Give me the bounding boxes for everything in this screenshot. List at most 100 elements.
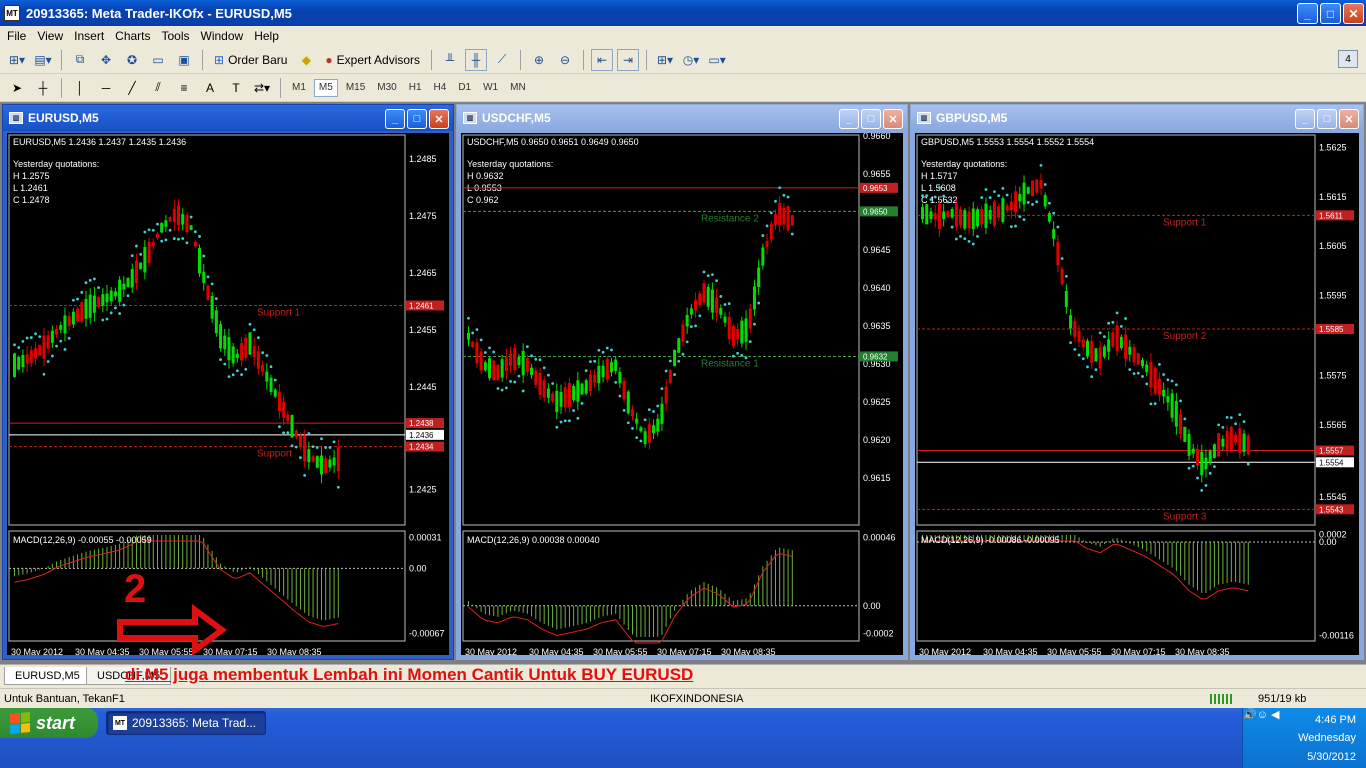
navigator-icon[interactable]: ✥ bbox=[95, 49, 117, 71]
bar-chart-icon[interactable]: ╨ bbox=[439, 49, 461, 71]
maximize-button[interactable]: □ bbox=[1320, 3, 1341, 24]
new-chart-icon[interactable]: ⊞▾ bbox=[6, 49, 28, 71]
zoom-in-icon[interactable]: ⊕ bbox=[528, 49, 550, 71]
horizontal-line-icon[interactable]: ─ bbox=[95, 77, 117, 99]
menu-tools[interactable]: Tools bbox=[159, 29, 198, 43]
chart-canvas[interactable]: GBPUSD,M5 1.5553 1.5554 1.5552 1.5554 Yes… bbox=[915, 133, 1359, 655]
profiles-icon[interactable]: ▤▾ bbox=[32, 49, 54, 71]
annotation-caption: di M5 juga membentuk Lembah ini Momen Ca… bbox=[125, 665, 694, 684]
text-icon[interactable]: A bbox=[199, 77, 221, 99]
candle-body bbox=[757, 267, 761, 288]
menu-insert[interactable]: Insert bbox=[71, 29, 112, 43]
auto-scroll-icon[interactable]: ⇤ bbox=[591, 48, 614, 71]
meta-editor-icon[interactable]: ◆ bbox=[295, 49, 317, 71]
expert-advisors-button[interactable]: ● Expert Advisors bbox=[321, 49, 424, 71]
menu-charts[interactable]: Charts bbox=[112, 29, 158, 43]
taskbar-item-metatrader[interactable]: MT 20913365: Meta Trad... bbox=[106, 711, 266, 735]
menu-window[interactable]: Window bbox=[198, 29, 252, 43]
templates-icon[interactable]: ▭▾ bbox=[706, 49, 728, 71]
sar-dot bbox=[1136, 371, 1140, 375]
minimize-button[interactable]: _ bbox=[1297, 3, 1318, 24]
candlestick-icon[interactable]: ╫ bbox=[465, 48, 488, 71]
tf-m15[interactable]: M15 bbox=[342, 79, 369, 97]
standard-toolbar: ⊞▾ ▤▾ ⧉ ✥ ✪ ▭ ▣ ⊞ Order Baru ◆ ● Expert Ad… bbox=[0, 46, 1366, 74]
candle-body bbox=[1229, 426, 1233, 451]
chart-window-usdchf[interactable]: ▥ USDCHF,M5 _ □ ✕ USDCHF,M5 0.9650 0.965… bbox=[456, 104, 908, 660]
line-chart-icon[interactable]: ⟋ bbox=[491, 49, 513, 71]
price-tick-label: 0.9660 bbox=[863, 133, 891, 141]
periods-icon[interactable]: ◷▾ bbox=[680, 49, 702, 71]
candle-body bbox=[1128, 346, 1132, 355]
start-button[interactable]: start bbox=[0, 708, 98, 738]
chart-minimize-button[interactable]: _ bbox=[1295, 109, 1315, 129]
chart-minimize-button[interactable]: _ bbox=[839, 109, 859, 129]
menu-help[interactable]: Help bbox=[251, 29, 287, 43]
candle-body bbox=[719, 308, 723, 315]
tf-m5[interactable]: M5 bbox=[313, 78, 338, 97]
candle-body bbox=[538, 372, 542, 395]
tab-eurusd[interactable]: EURUSD,M5 bbox=[4, 667, 91, 685]
market-watch-icon[interactable]: ⧉ bbox=[69, 49, 91, 71]
tf-h4[interactable]: H4 bbox=[430, 79, 451, 97]
terminal-icon[interactable]: ▭ bbox=[147, 49, 169, 71]
zoom-out-icon[interactable]: ⊖ bbox=[554, 49, 576, 71]
chart-header: GBPUSD,M5 1.5553 1.5554 1.5552 1.5554 bbox=[921, 137, 1094, 147]
tf-w1[interactable]: W1 bbox=[479, 79, 502, 97]
chart-close-button[interactable]: ✕ bbox=[883, 109, 903, 129]
tf-d1[interactable]: D1 bbox=[454, 79, 475, 97]
folder-icon[interactable]: ✪ bbox=[121, 49, 143, 71]
chart-maximize-button[interactable]: □ bbox=[1317, 109, 1337, 129]
tester-icon[interactable]: ▣ bbox=[173, 49, 195, 71]
price-tick-label: 1.5625 bbox=[1319, 142, 1347, 152]
sar-dot bbox=[601, 350, 605, 354]
chart-close-button[interactable]: ✕ bbox=[1339, 109, 1359, 129]
sar-dot bbox=[1039, 163, 1043, 167]
menu-file[interactable]: File bbox=[4, 29, 34, 43]
vertical-line-icon[interactable]: │ bbox=[69, 77, 91, 99]
tf-mn[interactable]: MN bbox=[506, 79, 530, 97]
annotation-arrow-overlay: 2 bbox=[117, 567, 228, 656]
sar-dot bbox=[542, 366, 546, 370]
fibonacci-icon[interactable]: ≡ bbox=[173, 77, 195, 99]
candle-body bbox=[609, 362, 613, 373]
price-tag: 1.5611 bbox=[1319, 211, 1343, 220]
chart-title-bar[interactable]: ▥ GBPUSD,M5 _ □ ✕ bbox=[911, 105, 1363, 131]
connection-bars-icon bbox=[1210, 694, 1234, 704]
sar-dot bbox=[517, 374, 521, 378]
tf-m30[interactable]: M30 bbox=[373, 79, 400, 97]
candle-body bbox=[1094, 348, 1098, 362]
tray-expand-icon[interactable]: ◀ bbox=[1271, 709, 1279, 721]
sar-dot bbox=[626, 421, 630, 425]
chart-shift-icon[interactable]: ⇥ bbox=[617, 48, 640, 71]
tf-h1[interactable]: H1 bbox=[405, 79, 426, 97]
sar-dot bbox=[685, 340, 689, 344]
chart-title-bar[interactable]: ▥ USDCHF,M5 _ □ ✕ bbox=[457, 105, 907, 131]
chart-window-gbpusd[interactable]: ▥ GBPUSD,M5 _ □ ✕ GBPUSD,M5 1.5553 1.555… bbox=[910, 104, 1364, 660]
menu-view[interactable]: View bbox=[34, 29, 71, 43]
tf-m1[interactable]: M1 bbox=[288, 79, 310, 97]
candle-body bbox=[685, 315, 689, 327]
arrows-icon[interactable]: ⇄▾ bbox=[251, 77, 273, 99]
candle-body bbox=[622, 380, 626, 400]
chart-canvas[interactable]: USDCHF,M5 0.9650 0.9651 0.9649 0.9650 Yes… bbox=[461, 133, 903, 655]
sar-dot bbox=[1103, 335, 1106, 339]
trendline-icon[interactable]: ╱ bbox=[121, 77, 143, 99]
candle-body bbox=[1077, 330, 1081, 342]
new-order-button[interactable]: ⊞ Order Baru bbox=[210, 49, 291, 71]
candle-body bbox=[723, 316, 727, 323]
window-count-badge[interactable]: 4 bbox=[1338, 50, 1358, 68]
sar-dot bbox=[496, 387, 500, 390]
candle-body bbox=[1060, 268, 1064, 284]
macd-axis-label: 0.00 bbox=[1319, 537, 1337, 547]
sar-dot bbox=[664, 369, 668, 373]
channel-icon[interactable]: ⫽ bbox=[147, 77, 169, 99]
candle-body bbox=[706, 287, 710, 307]
indicators-icon[interactable]: ⊞▾ bbox=[654, 49, 676, 71]
text-label-icon[interactable]: T bbox=[225, 77, 247, 99]
sar-dot bbox=[698, 314, 702, 318]
candle-body bbox=[546, 388, 550, 398]
chart-maximize-button[interactable]: □ bbox=[861, 109, 881, 129]
crosshair-icon[interactable]: ┼ bbox=[32, 77, 54, 99]
close-button[interactable]: ✕ bbox=[1343, 3, 1364, 24]
cursor-icon[interactable]: ➤ bbox=[6, 77, 28, 99]
